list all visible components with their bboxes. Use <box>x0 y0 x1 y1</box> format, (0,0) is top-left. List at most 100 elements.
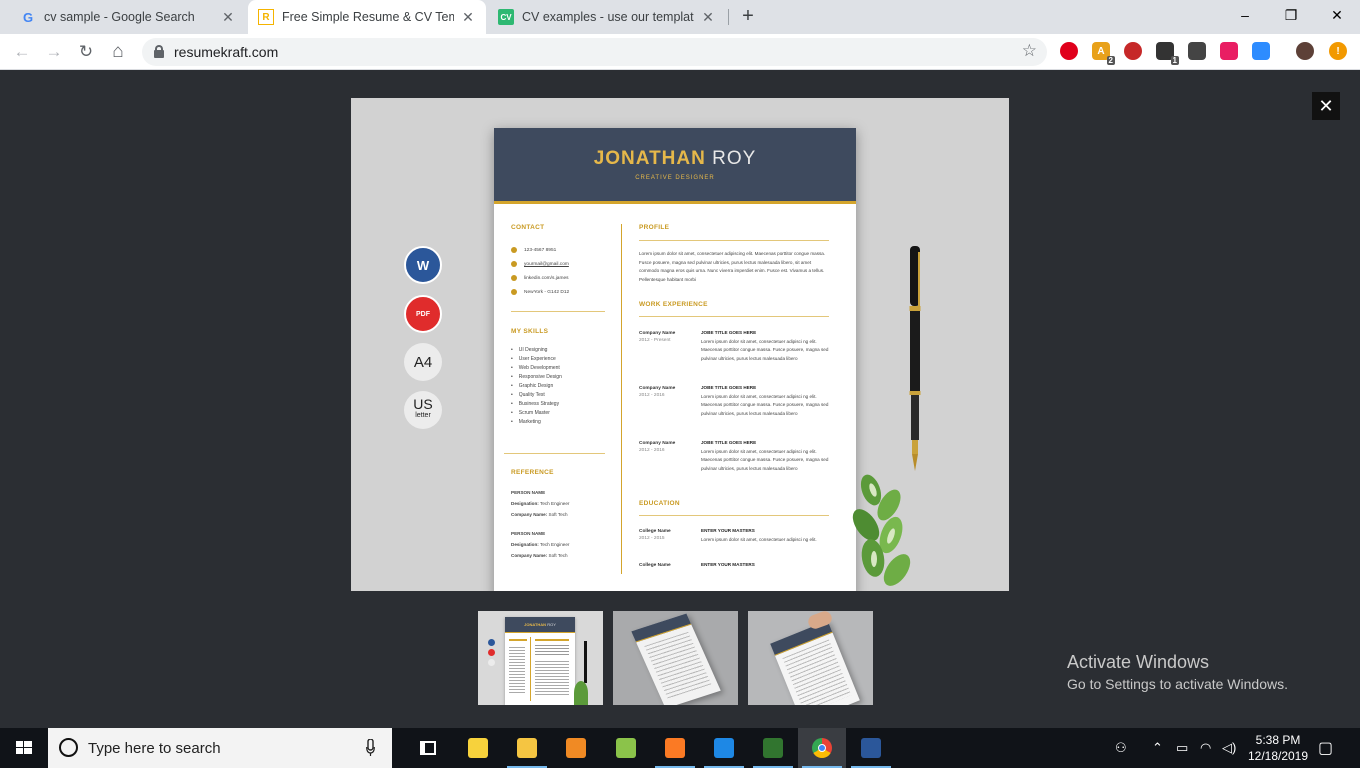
tab-title: cv sample - Google Search <box>44 10 195 24</box>
contact-list: 123-4567 8951 yourmail@gmail.com linkedi… <box>511 244 569 300</box>
resume-header: JONATHAN ROY CREATIVE DESIGNER <box>494 128 856 204</box>
xampp-icon[interactable] <box>663 736 687 760</box>
resumekraft-icon: R <box>258 9 274 25</box>
task-view-icon[interactable] <box>416 736 440 760</box>
skill-item: User Experience <box>511 355 562 364</box>
home-button[interactable]: ⌂ <box>106 40 130 64</box>
education-college: College Name 2012 - 2015 <box>639 529 671 541</box>
bookmark-star-icon[interactable]: ☆ <box>1022 41 1037 61</box>
devil-icon[interactable] <box>1124 42 1142 60</box>
sticky-notes-icon[interactable] <box>466 736 490 760</box>
pdf-icon: PDF <box>416 310 430 318</box>
taskbar-clock[interactable]: 5:38 PM 12/18/2019 <box>1243 732 1313 764</box>
resume-document: JONATHAN ROY CREATIVE DESIGNER CONTACT 1… <box>494 128 856 591</box>
url-text: resumekraft.com <box>174 44 279 60</box>
show-hidden-icons[interactable]: ⌃ <box>1152 740 1163 756</box>
education-college: College Name <box>639 563 671 568</box>
activate-windows-watermark: Activate Windows Go to Settings to activ… <box>1067 652 1288 692</box>
minimize-button[interactable]: – <box>1222 0 1268 30</box>
wifi-icon[interactable]: ◠ <box>1200 740 1211 756</box>
word-icon: W <box>416 257 430 273</box>
media-player-icon[interactable] <box>564 736 588 760</box>
cortana-icon <box>59 738 78 757</box>
divider <box>639 515 829 516</box>
contact-email: yourmail@gmail.com <box>511 258 569 272</box>
warning-icon[interactable]: ! <box>1329 42 1347 60</box>
chrome-icon[interactable] <box>810 736 834 760</box>
work-company: Company Name 2012 - Present <box>639 331 676 343</box>
browser-toolbar: ← → ↻ ⌂ resumekraft.com ☆ A 2 1! <box>0 34 1360 70</box>
divider <box>639 240 829 241</box>
google-icon: G <box>22 9 34 25</box>
close-tab-icon[interactable]: ✕ <box>460 9 476 26</box>
education-description: ENTER YOUR MASTERS Lorem ipsum dolor sit … <box>701 528 817 542</box>
zoom-icon[interactable] <box>1252 42 1270 60</box>
resume-role: CREATIVE DESIGNER <box>635 175 715 181</box>
mail-icon <box>511 260 517 267</box>
close-tab-icon[interactable]: ✕ <box>220 9 236 26</box>
tab-resumekraft[interactable]: R Free Simple Resume & CV Templ ✕ <box>248 0 486 34</box>
profile-avatar[interactable] <box>1296 42 1314 60</box>
vscode-icon[interactable] <box>712 736 736 760</box>
plant-image <box>852 474 911 586</box>
pen-image <box>909 246 921 471</box>
work-description: JOBE TITLE GOES HERE Lorem ipsum dolor si… <box>701 440 829 471</box>
ublock-icon[interactable] <box>1060 42 1078 60</box>
cv-icon: CV <box>498 9 514 25</box>
lightbox-close-button[interactable]: ✕ <box>1312 92 1340 120</box>
search-placeholder: Type here to search <box>88 740 221 757</box>
tab-google-search[interactable]: G cv sample - Google Search ✕ <box>10 0 246 34</box>
contact-linkedin: linkedin.com/s.james <box>511 272 569 286</box>
work-heading: WORK EXPERIENCE <box>639 301 708 308</box>
thumbnail-3[interactable] <box>748 611 873 705</box>
skill-item: Quality Test <box>511 391 562 400</box>
start-button[interactable] <box>0 728 48 768</box>
forward-button[interactable]: → <box>42 40 66 64</box>
close-tab-icon[interactable]: ✕ <box>700 9 716 26</box>
windows-logo-icon <box>16 741 32 754</box>
word-icon[interactable] <box>859 736 883 760</box>
battery-icon[interactable]: ▭ <box>1176 740 1188 756</box>
thumbnail-1[interactable]: JONATHAN ROY <box>478 611 603 705</box>
new-tab-button[interactable]: + <box>737 5 759 29</box>
thumbnail-2[interactable] <box>613 611 738 705</box>
skills-heading: MY SKILLS <box>511 328 549 335</box>
contact-phone: 123-4567 8951 <box>511 244 569 258</box>
divider <box>511 311 605 312</box>
skill-item: Responsive Design <box>511 373 562 382</box>
us-letter-format-button[interactable]: US letter <box>404 391 442 429</box>
work-description: JOBE TITLE GOES HERE Lorem ipsum dolor si… <box>701 385 829 416</box>
cube-icon[interactable] <box>1188 42 1206 60</box>
profile-text: Lorem ipsum dolor sit amet, consectetuer… <box>639 251 826 282</box>
taskbar-search[interactable]: Type here to search <box>48 728 392 768</box>
people-icon[interactable]: ⚇ <box>1115 740 1127 756</box>
box-icon[interactable]: 1 <box>1156 42 1179 65</box>
template-preview: W PDF A4 US letter JONATHAN ROY CREATIVE … <box>351 98 1009 591</box>
volume-icon[interactable]: ◁) <box>1222 740 1236 756</box>
extension-a-icon[interactable]: A2 <box>1092 42 1115 65</box>
contact-heading: CONTACT <box>511 224 545 231</box>
divider <box>504 453 605 454</box>
tab-strip: G cv sample - Google Search ✕ R Free Sim… <box>0 0 1360 34</box>
skill-item: Marketing <box>511 418 562 427</box>
tab-cv-examples[interactable]: CV CV examples - use our templates ✕ <box>488 0 726 34</box>
lambda-app-icon[interactable] <box>614 736 638 760</box>
pinwheel-icon[interactable] <box>1220 42 1238 60</box>
tab-title: Free Simple Resume & CV Templ <box>282 10 454 24</box>
project-icon[interactable] <box>761 736 785 760</box>
address-bar[interactable]: resumekraft.com ☆ <box>142 38 1047 66</box>
maximize-button[interactable]: ❐ <box>1268 0 1314 30</box>
skill-item: Business Strategy <box>511 400 562 409</box>
close-window-button[interactable]: ✕ <box>1314 0 1360 30</box>
word-format-button[interactable]: W <box>404 246 442 284</box>
pdf-format-button[interactable]: PDF <box>404 295 442 333</box>
notification-icon[interactable]: ▢ <box>1318 738 1333 758</box>
work-company: Company Name 2012 - 2016 <box>639 386 676 398</box>
file-explorer-icon[interactable] <box>515 736 539 760</box>
skills-list: UI Designing User Experience Web Develop… <box>511 346 562 427</box>
a4-format-button[interactable]: A4 <box>404 343 442 381</box>
linkedin-icon <box>511 274 517 281</box>
microphone-icon[interactable] <box>366 739 375 757</box>
back-button[interactable]: ← <box>10 40 34 64</box>
reload-button[interactable]: ↻ <box>74 40 98 64</box>
